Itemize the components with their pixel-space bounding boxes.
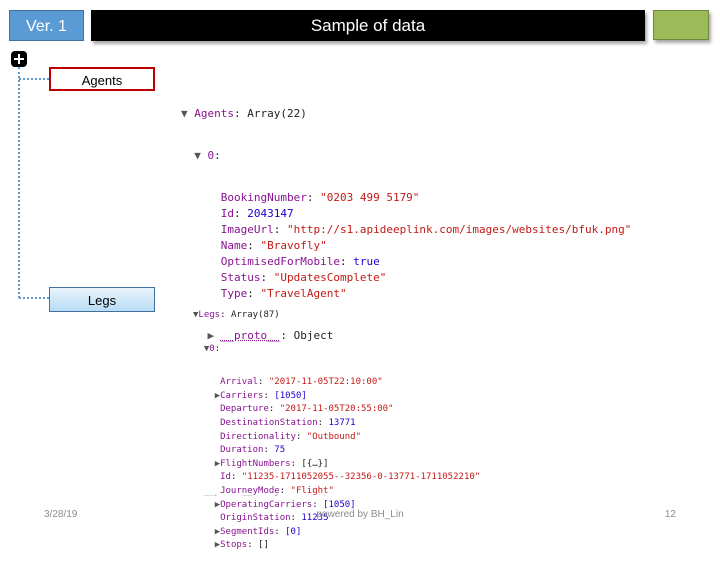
console-value: Array(22) xyxy=(247,107,307,120)
console-colon: : xyxy=(247,540,259,551)
console-value: "http://s1.apideeplink.com/images/websit… xyxy=(286,223,632,236)
console-colon: : xyxy=(214,343,221,354)
console-colon: : xyxy=(274,526,286,537)
legs-field-list: Arrival: "2017-11-05T22:10:00" ▶Carriers… xyxy=(193,376,481,553)
console-value: [{…}] xyxy=(301,458,329,469)
console-colon: : xyxy=(306,191,321,204)
console-colon: : xyxy=(258,377,269,388)
console-key: DestinationStation xyxy=(220,417,318,428)
console-colon: : xyxy=(263,445,275,456)
console-value: 75 xyxy=(274,445,286,456)
console-value: "2017-11-05T20:55:00" xyxy=(279,404,394,415)
expanded-triangle-icon[interactable]: ▼ xyxy=(194,149,207,162)
console-value: "2017-11-05T22:10:00" xyxy=(268,377,383,388)
console-key: Agents xyxy=(194,107,234,120)
slide-title: Sample of data xyxy=(91,10,645,41)
console-value: [1050] xyxy=(274,390,307,401)
version-badge: Ver. 1 xyxy=(9,10,84,41)
console-row-directionality: Directionality: "Outbound" xyxy=(193,431,480,445)
page-number: 12 xyxy=(664,509,676,520)
console-colon: : xyxy=(260,271,274,284)
console-row-duration: Duration: 75 xyxy=(193,444,480,458)
console-value: 13771 xyxy=(328,417,356,428)
console-colon: : xyxy=(268,404,280,415)
console-row-stops[interactable]: ▶Stops: [] xyxy=(193,539,480,553)
console-key: BookingNumber xyxy=(220,191,307,204)
console-row-legs-header[interactable]: ▼Legs: Array(87) xyxy=(193,309,480,323)
console-colon: : xyxy=(234,107,248,120)
tree-connector-vertical xyxy=(18,67,20,298)
console-row-index[interactable]: ▼ 0: xyxy=(181,148,631,164)
console-row-agents-header[interactable]: ▼ Agents: Array(22) xyxy=(181,106,631,122)
agents-node[interactable]: Agents xyxy=(49,67,155,91)
accent-block xyxy=(653,10,709,40)
console-row-optimisedformobile: OptimisedForMobile: true xyxy=(181,254,631,270)
console-colon: : xyxy=(339,255,354,268)
console-key: ImageUrl xyxy=(220,223,274,236)
console-key: Name xyxy=(220,239,248,252)
console-row-index[interactable]: ▼0: xyxy=(193,343,480,357)
console-row-carriers[interactable]: ▶Carriers: [1050] xyxy=(193,390,480,404)
console-row-name: Name: "Bravofly" xyxy=(181,238,631,254)
console-key: Carriers xyxy=(220,390,264,401)
console-key: Id xyxy=(220,207,234,220)
console-row-id: Id: "11235-1711052055--32356-0-13771-171… xyxy=(193,471,480,485)
console-cutoff-row: ▶ __proto__: Object xyxy=(193,494,333,498)
console-key: Arrival xyxy=(220,377,259,388)
console-key: SegmentIds xyxy=(220,526,275,537)
console-value: "11235-1711052055--32356-0-13771-1711052… xyxy=(241,472,481,483)
console-colon: : xyxy=(273,223,287,236)
legs-node[interactable]: Legs xyxy=(49,287,155,312)
console-colon: : xyxy=(247,239,261,252)
console-row-imageurl: ImageUrl: "http://s1.apideeplink.com/ima… xyxy=(181,222,632,238)
console-row-segmentids[interactable]: ▶SegmentIds: [0] xyxy=(193,526,480,540)
console-colon: : xyxy=(220,310,231,320)
console-value: [] xyxy=(258,540,269,551)
plus-icon[interactable] xyxy=(11,51,27,67)
console-key: Id xyxy=(220,472,231,483)
console-value: [0] xyxy=(285,526,302,537)
console-colon: : xyxy=(295,431,307,442)
console-row-arrival: Arrival: "2017-11-05T22:10:00" xyxy=(193,376,480,390)
console-value: true xyxy=(353,255,380,268)
console-colon: : xyxy=(214,149,221,162)
console-key: Directionality xyxy=(220,431,296,442)
console-row-departure: Departure: "2017-11-05T20:55:00" xyxy=(193,403,480,417)
console-key: Status xyxy=(220,271,261,284)
agents-field-list: BookingNumber: "0203 499 5179" Id: 20431… xyxy=(181,190,632,302)
console-value: "Bravofly" xyxy=(260,239,327,252)
console-value: Array(87) xyxy=(230,310,280,320)
console-key: Stops xyxy=(220,540,248,551)
console-value: "0203 499 5179" xyxy=(320,191,420,204)
expanded-triangle-icon[interactable]: ▼ xyxy=(181,107,194,120)
console-row-destinationstation: DestinationStation: 13771 xyxy=(193,417,480,431)
console-value: "UpdatesComplete" xyxy=(273,271,387,284)
console-value: "Outbound" xyxy=(306,431,361,442)
console-colon: : xyxy=(290,458,302,469)
tree-connector-agents xyxy=(19,78,49,80)
console-colon: : xyxy=(230,472,242,483)
console-key: OptimisedForMobile xyxy=(220,255,340,268)
console-value: 2043147 xyxy=(247,207,294,220)
console-row-id: Id: 2043147 xyxy=(181,206,631,222)
console-row-bookingnumber: BookingNumber: "0203 499 5179" xyxy=(181,190,631,206)
legs-console: ▼Legs: Array(87) ▼0: Arrival: "2017-11-0… xyxy=(193,289,480,563)
console-key: FlightNumbers xyxy=(220,458,291,469)
console-row-flightnumbers[interactable]: ▶FlightNumbers: [{…}] xyxy=(193,458,480,472)
console-colon: : xyxy=(263,390,275,401)
console-row-status: Status: "UpdatesComplete" xyxy=(181,270,631,286)
console-key: Legs xyxy=(198,310,221,320)
console-colon: : xyxy=(317,417,329,428)
console-key: Departure xyxy=(220,404,269,415)
console-key: Duration xyxy=(220,445,264,456)
console-colon: : xyxy=(234,207,248,220)
tree-connector-legs xyxy=(19,297,49,299)
footer-credit: powered by BH_Lin xyxy=(316,509,404,520)
